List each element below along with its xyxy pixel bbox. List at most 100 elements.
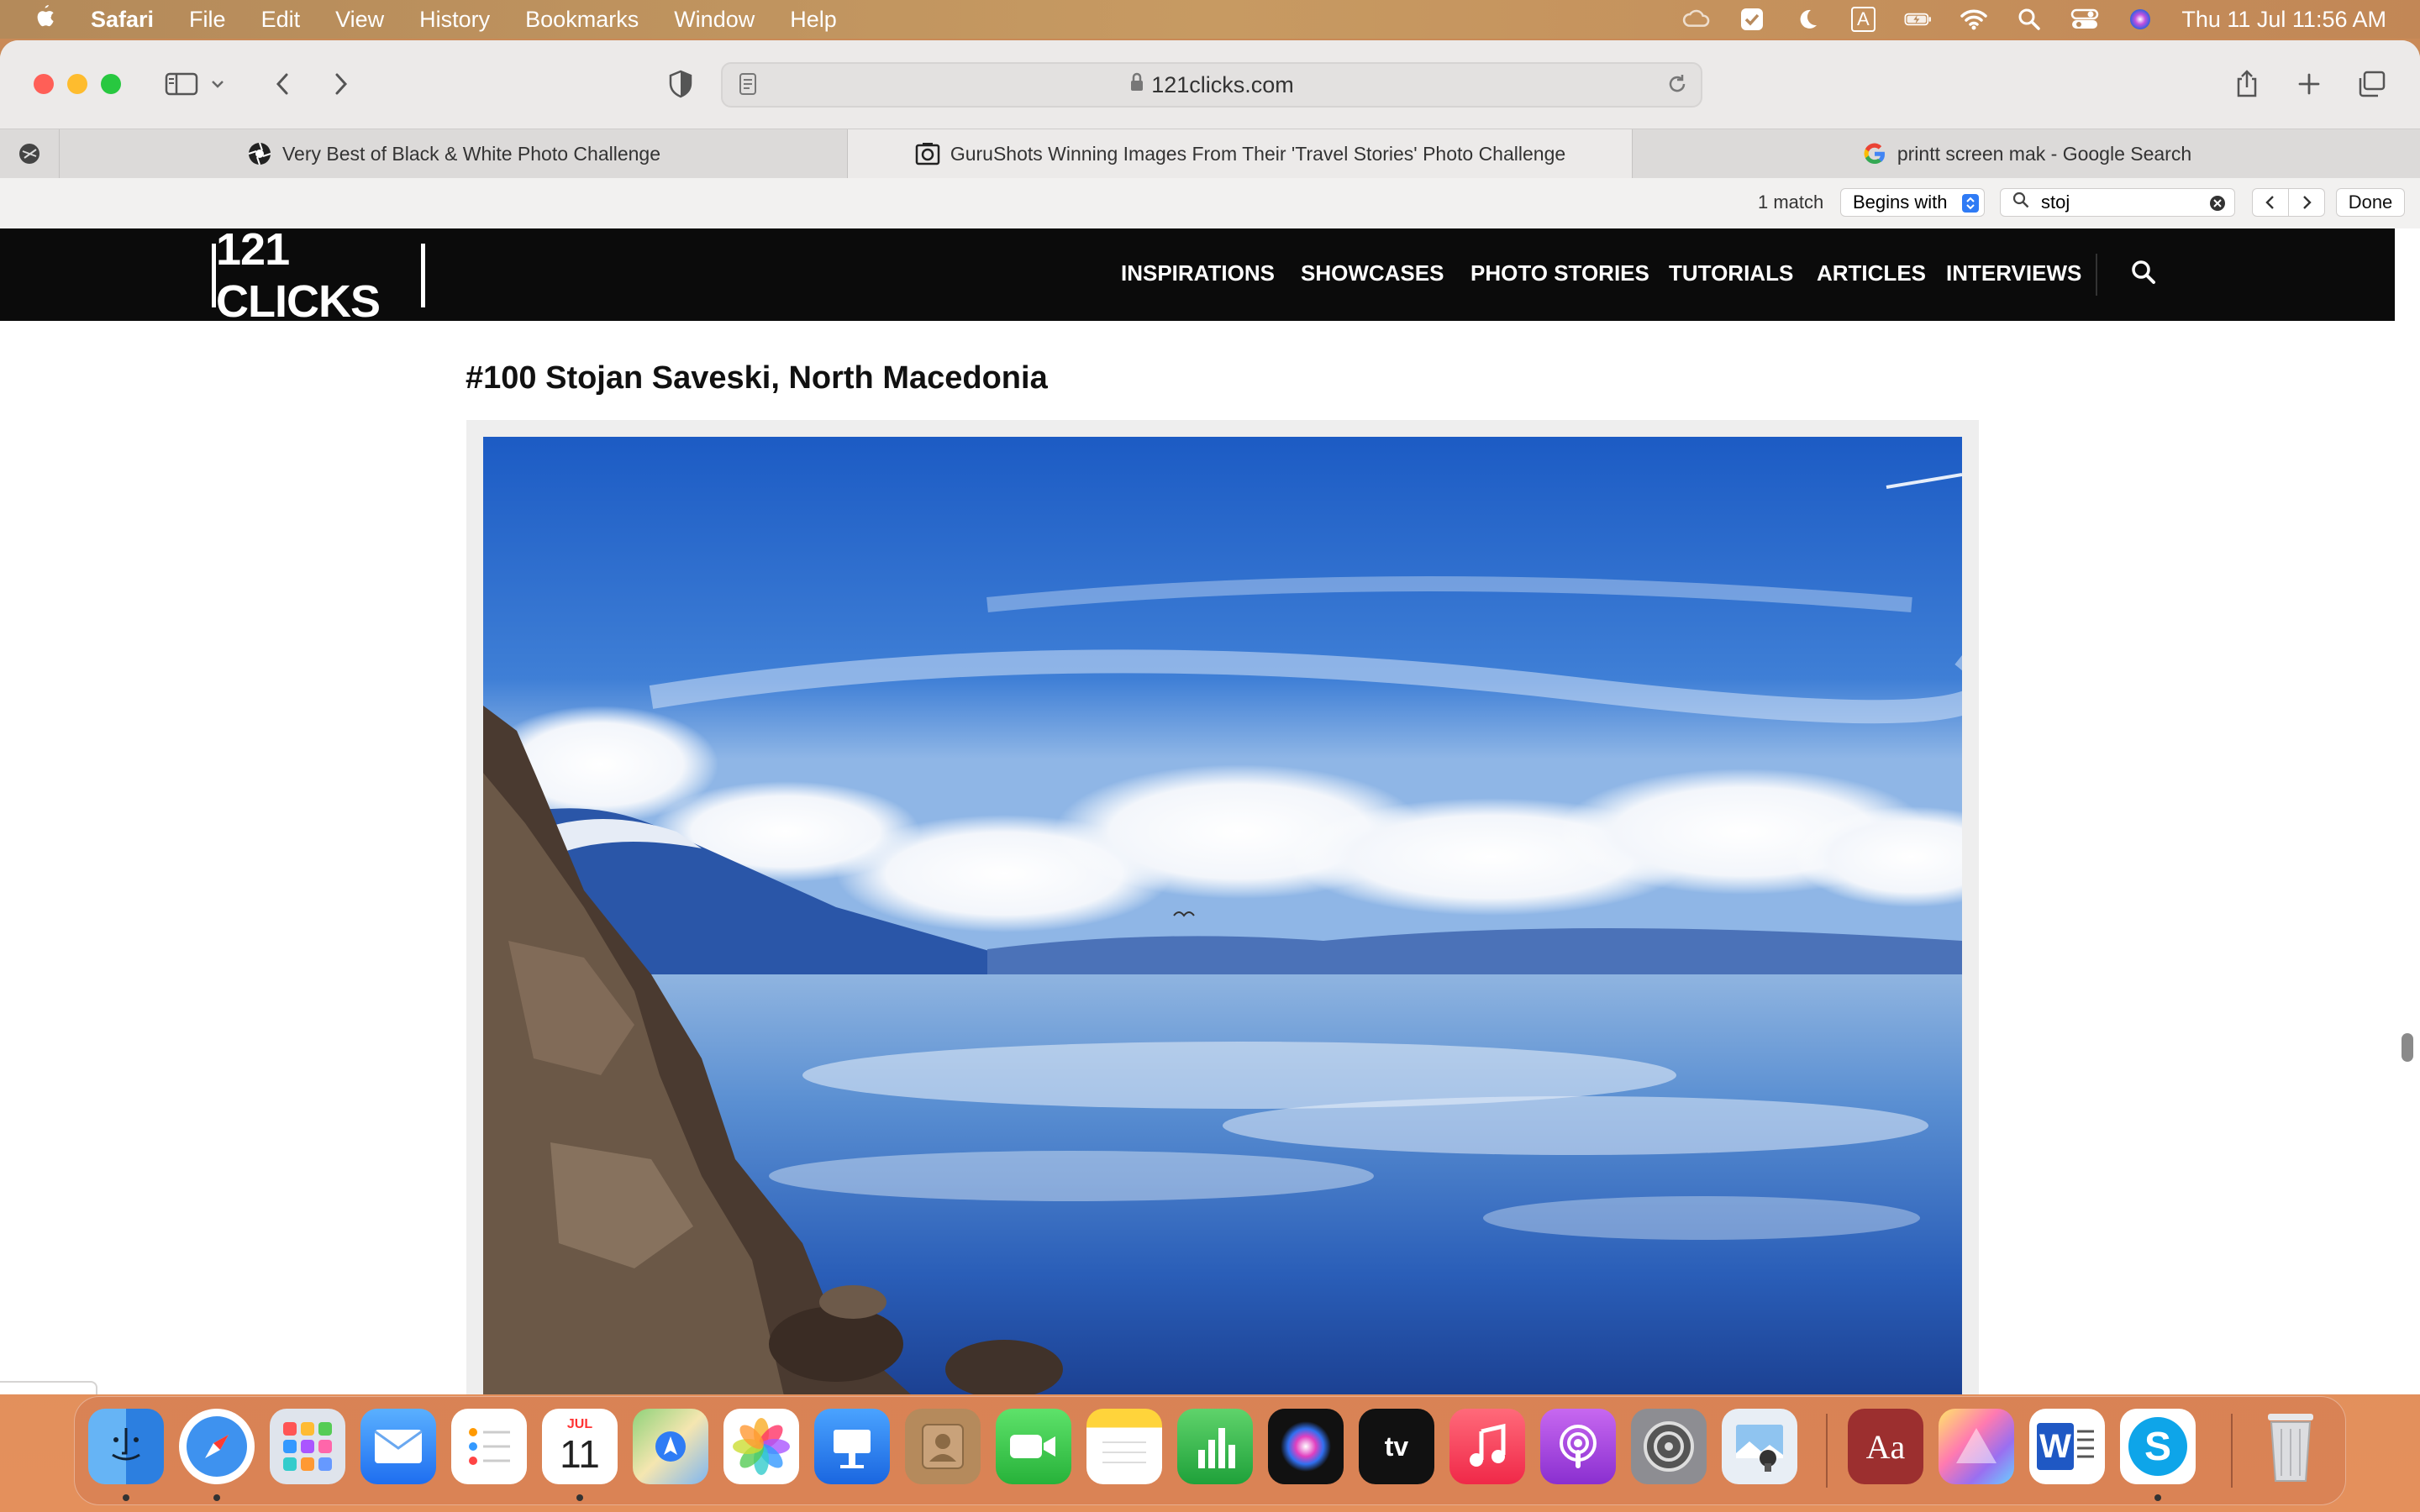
find-next-button[interactable] xyxy=(2288,188,2325,217)
find-mode-select[interactable]: Begins with xyxy=(1840,188,1985,217)
web-page: 121 CLICKS INSPIRATIONS SHOWCASES PHOTO … xyxy=(0,224,2420,1394)
minimize-window-button[interactable] xyxy=(67,74,87,94)
facetime-app-icon[interactable] xyxy=(996,1409,1071,1484)
calendar-month: JUL xyxy=(566,1417,593,1431)
find-search-field[interactable]: stoj xyxy=(2000,188,2235,217)
find-mode-label: Begins with xyxy=(1853,192,1948,213)
contacts-app-icon[interactable] xyxy=(905,1409,981,1484)
back-to-top-button[interactable] xyxy=(0,1381,97,1394)
apple-menu-icon[interactable] xyxy=(34,3,55,35)
dock: JUL 11 tv Aa W S xyxy=(74,1396,2346,1505)
forward-icon[interactable] xyxy=(319,64,363,104)
maps-app-icon[interactable] xyxy=(633,1409,708,1484)
find-query: stoj xyxy=(2041,192,2070,213)
calendar-app-icon[interactable]: JUL 11 xyxy=(542,1409,618,1484)
menu-bookmarks[interactable]: Bookmarks xyxy=(525,7,639,33)
nav-interviews[interactable]: INTERVIEWS xyxy=(1946,260,2081,286)
tv-app-label: tv xyxy=(1384,1431,1409,1462)
launchpad-app-icon[interactable] xyxy=(270,1409,345,1484)
siri-app-icon[interactable] xyxy=(1268,1409,1344,1484)
menu-file[interactable]: File xyxy=(189,7,226,33)
sidebar-menu-chevron-icon[interactable] xyxy=(205,64,230,104)
find-bar: 1 match Begins with stoj Done xyxy=(0,178,2420,229)
safari-app-icon[interactable] xyxy=(179,1409,255,1484)
tab-google-search[interactable]: printt screen mak - Google Search xyxy=(1632,129,2420,178)
back-icon[interactable] xyxy=(260,64,304,104)
find-done-button[interactable]: Done xyxy=(2336,188,2405,217)
dock-separator xyxy=(1826,1414,1828,1488)
dictionary-app-icon[interactable]: Aa xyxy=(1848,1409,1923,1484)
reload-icon[interactable] xyxy=(1665,72,1689,102)
menu-window[interactable]: Window xyxy=(674,7,755,33)
menu-help[interactable]: Help xyxy=(790,7,837,33)
nav-articles[interactable]: ARTICLES xyxy=(1817,260,1926,286)
clear-search-icon[interactable] xyxy=(2209,195,2226,217)
site-search-icon[interactable] xyxy=(2130,259,2157,290)
pinned-tab-icon xyxy=(19,144,39,164)
checkmark-icon[interactable] xyxy=(1738,7,1766,32)
notes-app-icon[interactable] xyxy=(1086,1409,1162,1484)
word-app-icon[interactable]: W xyxy=(2029,1409,2105,1484)
url-text: 121clicks.com xyxy=(1151,71,1294,97)
tab-gurushots[interactable]: GuruShots Winning Images From Their 'Tra… xyxy=(847,129,1633,178)
system-preferences-app-icon[interactable] xyxy=(1631,1409,1707,1484)
close-window-button[interactable] xyxy=(34,74,54,94)
nav-photo-stories[interactable]: PHOTO STORIES xyxy=(1470,260,1649,286)
dictionary-app-label: Aa xyxy=(1865,1427,1906,1466)
input-source-icon[interactable]: A xyxy=(1849,7,1877,32)
preview-app-icon[interactable] xyxy=(1722,1409,1797,1484)
grapher-app-icon[interactable] xyxy=(1939,1409,2014,1484)
share-icon[interactable] xyxy=(2225,64,2269,104)
zoom-window-button[interactable] xyxy=(101,74,121,94)
tv-app-icon[interactable]: tv xyxy=(1359,1409,1434,1484)
siri-icon[interactable] xyxy=(2126,7,2154,32)
skype-app-icon[interactable]: S xyxy=(2120,1409,2196,1484)
control-center-icon[interactable] xyxy=(2070,7,2099,32)
sidebar-toggle-icon[interactable] xyxy=(160,64,203,104)
podcasts-app-icon[interactable] xyxy=(1540,1409,1616,1484)
google-icon xyxy=(1862,141,1887,166)
running-indicator xyxy=(123,1494,129,1501)
creative-cloud-icon[interactable] xyxy=(1682,7,1711,32)
music-app-icon[interactable] xyxy=(1449,1409,1525,1484)
finder-app-icon[interactable] xyxy=(88,1409,164,1484)
tab-black-white[interactable]: Very Best of Black & White Photo Challen… xyxy=(59,129,848,178)
reader-mode-icon[interactable] xyxy=(738,72,758,102)
mail-app-icon[interactable] xyxy=(360,1409,436,1484)
menu-history[interactable]: History xyxy=(419,7,490,33)
site-logo[interactable]: 121 CLICKS xyxy=(212,224,425,327)
keynote-app-icon[interactable] xyxy=(814,1409,890,1484)
menu-safari[interactable]: Safari xyxy=(91,7,154,33)
nav-tutorials[interactable]: TUTORIALS xyxy=(1669,260,1793,286)
lock-icon xyxy=(1129,72,1144,98)
menu-clock[interactable]: Thu 11 Jul 11:56 AM xyxy=(2181,7,2386,33)
address-bar[interactable]: 121clicks.com xyxy=(721,62,1702,108)
privacy-shield-icon[interactable] xyxy=(659,64,702,104)
input-source-label: A xyxy=(1851,7,1876,32)
new-tab-icon[interactable] xyxy=(2287,64,2331,104)
nav-inspirations[interactable]: INSPIRATIONS xyxy=(1121,260,1275,286)
numbers-app-icon[interactable] xyxy=(1177,1409,1253,1484)
moon-icon[interactable] xyxy=(1793,7,1822,32)
reminders-app-icon[interactable] xyxy=(451,1409,527,1484)
nav-divider xyxy=(2096,254,2097,296)
updown-chevron-icon xyxy=(1962,194,1979,213)
spotlight-icon[interactable] xyxy=(2015,7,2044,32)
page-scrollbar-thumb[interactable] xyxy=(2402,1033,2413,1062)
nav-showcases[interactable]: SHOWCASES xyxy=(1301,260,1444,286)
find-previous-button[interactable] xyxy=(2252,188,2289,217)
tab-overview-icon[interactable] xyxy=(2349,64,2393,104)
wifi-icon[interactable] xyxy=(1960,7,1988,32)
menu-bar: Safari File Edit View History Bookmarks … xyxy=(0,0,2420,39)
word-app-label: W xyxy=(2037,1423,2074,1470)
photo-frame xyxy=(466,420,1979,1394)
safari-toolbar: 121clicks.com xyxy=(0,40,2420,129)
pinned-tab[interactable] xyxy=(0,129,59,178)
trash-app-icon[interactable] xyxy=(2253,1409,2328,1484)
battery-icon[interactable] xyxy=(1904,7,1933,32)
menu-view[interactable]: View xyxy=(335,7,384,33)
menu-edit[interactable]: Edit xyxy=(261,7,301,33)
running-indicator xyxy=(213,1494,220,1501)
lake-landscape-photo xyxy=(483,437,1962,1394)
photos-app-icon[interactable] xyxy=(723,1409,799,1484)
